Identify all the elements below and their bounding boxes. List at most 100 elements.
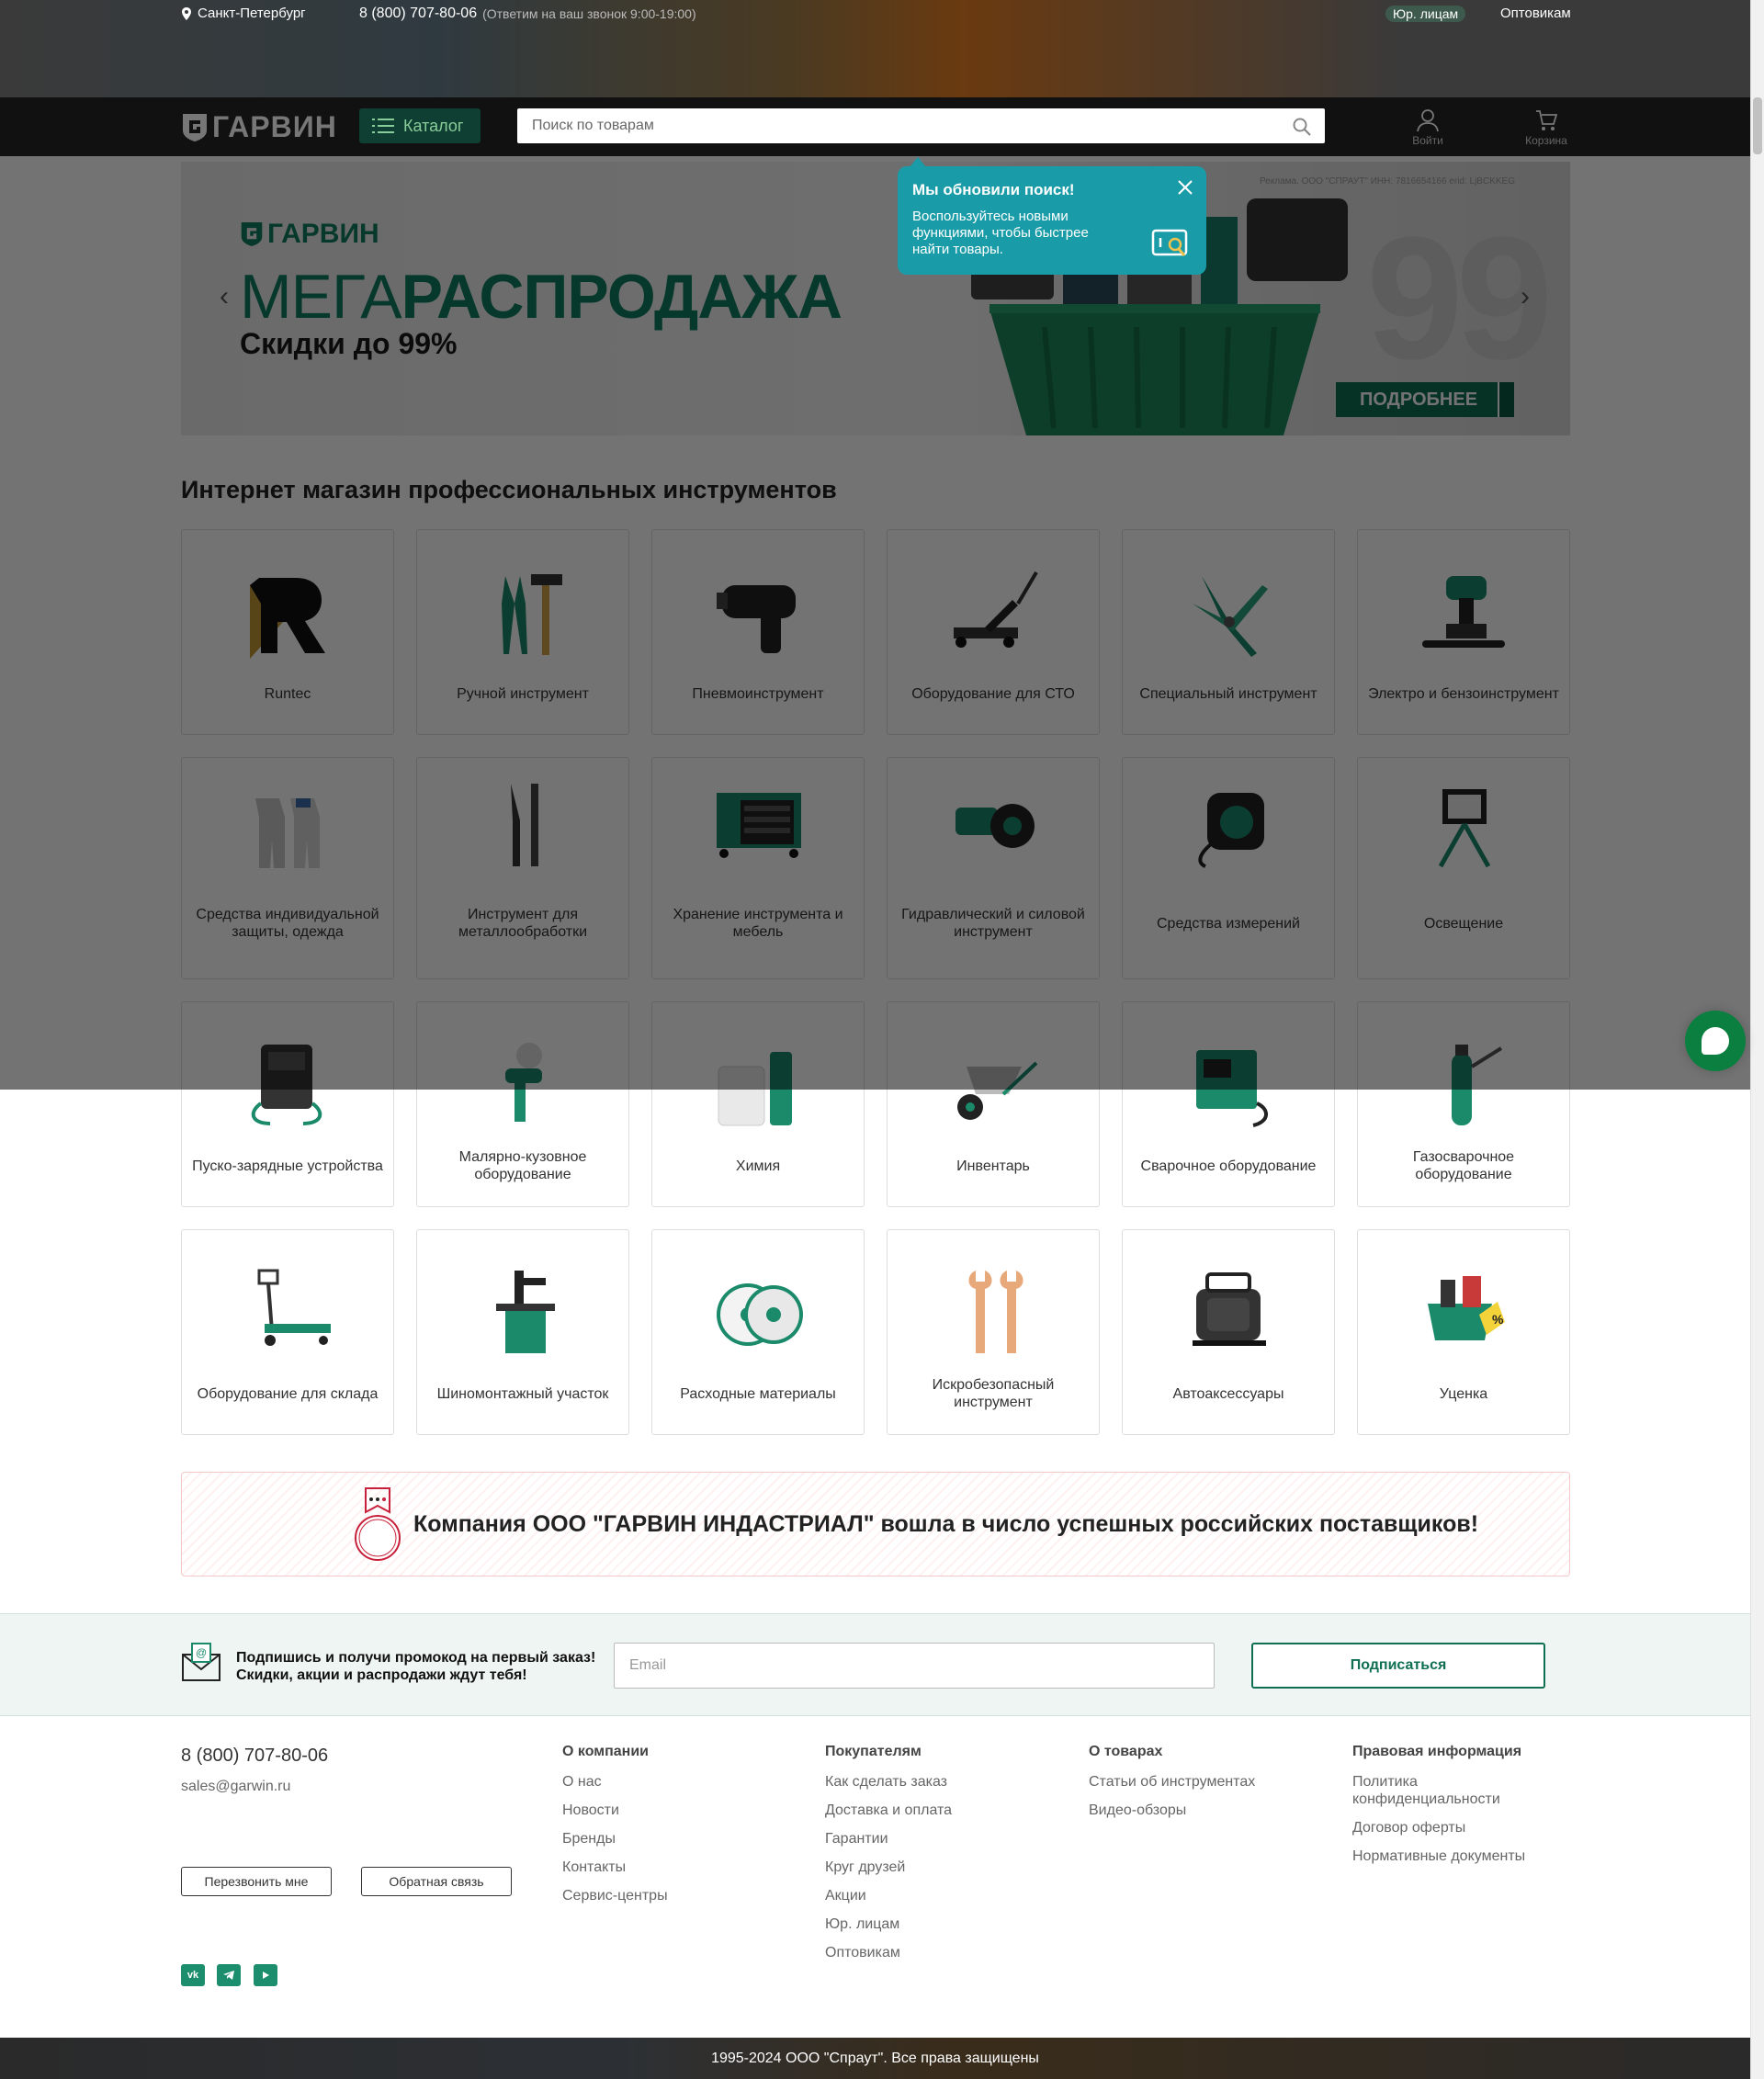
category-label: Малярно-кузовное оборудование (458, 1149, 587, 1182)
footer-link[interactable]: Статьи об инструментах (1089, 1773, 1282, 1791)
special-pliers-icon (1193, 576, 1268, 657)
category-card[interactable]: Средства индивидуальной защиты, одежда (181, 757, 394, 979)
runtec-logo-icon (250, 578, 325, 659)
search-icon[interactable] (1292, 117, 1312, 137)
welding-machine-icon (1196, 1050, 1268, 1127)
category-card[interactable]: Инвентарь (887, 1001, 1100, 1207)
category-card[interactable]: Оборудование для склада (181, 1229, 394, 1435)
category-card[interactable]: % Уценка (1357, 1229, 1570, 1435)
category-card[interactable]: Оборудование для СТО (887, 529, 1100, 735)
category-label: Шиномонтажный участок (436, 1385, 609, 1402)
category-card[interactable]: Искробезопасный инструмент (887, 1229, 1100, 1435)
footer-col-products: О товарах Статьи об инструментах Видео-о… (1089, 1744, 1282, 1830)
footer-link[interactable]: О нас (562, 1773, 755, 1791)
category-card[interactable]: Электро и бензоинструмент (1357, 529, 1570, 735)
top-wholesale-link[interactable]: Оптовикам (1500, 6, 1571, 21)
cart-button[interactable]: Корзина (1519, 108, 1574, 147)
category-label: Runtec (264, 685, 311, 702)
category-card[interactable]: Пневмоинструмент (651, 529, 865, 735)
page-scrollbar[interactable] (1750, 0, 1764, 2079)
subscribe-button[interactable]: Подписаться (1251, 1643, 1545, 1689)
chat-bubble-icon (1702, 1027, 1729, 1055)
category-label: Гидравлический и силовой инструмент (901, 907, 1085, 940)
footer-email[interactable]: sales@garwin.ru (181, 1779, 290, 1795)
category-card[interactable]: Пуско-зарядные устройства (181, 1001, 394, 1207)
category-label: Уценка (1439, 1385, 1488, 1402)
top-phone-number[interactable]: 8 (800) 707-80-06 (359, 6, 477, 22)
category-card[interactable]: Инструмент для металлообработки (416, 757, 629, 979)
footer-phone[interactable]: 8 (800) 707-80-06 (181, 1746, 328, 1767)
category-card[interactable]: Расходные материалы (651, 1229, 865, 1435)
chemicals-icon (718, 1052, 792, 1126)
scrollbar-thumb[interactable] (1753, 97, 1762, 154)
footer-link[interactable]: Видео-обзоры (1089, 1802, 1282, 1819)
email-field[interactable] (614, 1643, 1215, 1689)
footer-link[interactable]: Как сделать заказ (825, 1773, 1018, 1791)
footer-link[interactable]: Контакты (562, 1859, 755, 1876)
category-card[interactable]: Малярно-кузовное оборудование (416, 1001, 629, 1207)
city-selector[interactable]: Санкт-Петербург (181, 6, 306, 21)
footer-link[interactable]: Политика конфиденциальности (1352, 1773, 1545, 1808)
close-icon[interactable] (1177, 179, 1193, 196)
category-label: Электро и бензоинструмент (1368, 685, 1559, 702)
callback-button[interactable]: Перезвонить мне (181, 1867, 332, 1896)
footer-link[interactable]: Новости (562, 1802, 755, 1819)
supplier-banner[interactable]: Компания ООО "ГАРВИН ИНДАСТРИАЛ" вошла в… (181, 1472, 1570, 1576)
banner-more-button[interactable]: ПОДРОБНЕЕ (1336, 382, 1514, 417)
category-label: Газосварочное оборудование (1412, 1149, 1515, 1182)
category-card[interactable]: Гидравлический и силовой инструмент (887, 757, 1100, 979)
pallet-jack-icon (257, 1269, 331, 1346)
mail-envelope-icon: @ (182, 1643, 220, 1681)
top-phone[interactable]: 8 (800) 707-80-06 (Ответим на ваш звонок… (359, 6, 696, 22)
telegram-icon[interactable] (217, 1964, 241, 1986)
user-icon (1417, 109, 1439, 132)
category-card[interactable]: Сварочное оборудование (1122, 1001, 1335, 1207)
telegram-plane-glyph (223, 1971, 234, 1980)
footer-link[interactable]: Круг друзей (825, 1859, 1018, 1876)
category-label: Хранение инструмента и мебель (673, 907, 843, 940)
subscribe-line-2: Скидки, акции и распродажи ждут тебя! (236, 1667, 527, 1683)
footer-col-title: О компании (562, 1744, 649, 1759)
vk-icon[interactable]: vk (181, 1964, 205, 1986)
footer-link[interactable]: Нормативные документы (1352, 1847, 1545, 1865)
category-card[interactable]: Газосварочное оборудование (1357, 1001, 1570, 1207)
cart-icon (1536, 110, 1557, 130)
floor-jack-icon (954, 571, 1038, 648)
category-card[interactable]: Шиномонтажный участок (416, 1229, 629, 1435)
search-update-tooltip: Мы обновили поиск! Воспользуйтесь новыми… (898, 157, 1206, 275)
category-card[interactable]: Хранение инструмента и мебель (651, 757, 865, 979)
chevron-right-icon (1498, 382, 1514, 417)
site-logo[interactable]: ГАРВИН (181, 110, 337, 144)
search-input[interactable] (517, 108, 1271, 143)
top-legal-link[interactable]: Юр. лицам (1385, 6, 1466, 22)
footer-link[interactable]: Гарантии (825, 1830, 1018, 1847)
promo-banner[interactable]: Реклама. ООО "СПРАУТ" ИНН: 7816654166 er… (181, 162, 1570, 435)
top-legal-label[interactable]: Юр. лицам (1385, 6, 1466, 22)
category-card[interactable]: Средства измерений (1122, 757, 1335, 979)
feedback-button[interactable]: Обратная связь (361, 1867, 512, 1896)
footer-link[interactable]: Договор оферты (1352, 1819, 1545, 1836)
category-label: Искробезопасный инструмент (932, 1377, 1055, 1410)
footer-link[interactable]: Доставка и оплата (825, 1802, 1018, 1819)
catalog-button[interactable]: Каталог (359, 108, 481, 143)
category-card[interactable]: Освещение (1357, 757, 1570, 979)
category-card[interactable]: Автоаксессуары (1122, 1229, 1335, 1435)
login-button[interactable]: Войти (1400, 108, 1455, 147)
category-card[interactable]: Химия (651, 1001, 865, 1207)
footer-link[interactable]: Сервис-центры (562, 1887, 755, 1904)
search-feature-icon (1151, 229, 1188, 256)
wheelbarrow-icon (957, 1061, 1038, 1120)
category-card[interactable]: Runtec (181, 529, 394, 735)
footer-link[interactable]: Бренды (562, 1830, 755, 1847)
category-card[interactable]: Специальный инструмент (1122, 529, 1335, 735)
footer-link[interactable]: Юр. лицам (825, 1915, 1018, 1933)
footer-col-title: О товарах (1089, 1744, 1163, 1759)
youtube-icon[interactable] (254, 1964, 277, 1986)
banner-next-arrow[interactable]: › (1521, 281, 1530, 312)
category-card[interactable]: Ручной инструмент (416, 529, 629, 735)
chat-button[interactable] (1685, 1011, 1746, 1071)
footer-link[interactable]: Оптовикам (825, 1944, 1018, 1961)
footer-link[interactable]: Акции (825, 1887, 1018, 1904)
footer-col-company: О компании О нас Новости Бренды Контакты… (562, 1744, 755, 1915)
banner-prev-arrow[interactable]: ‹ (220, 281, 229, 312)
